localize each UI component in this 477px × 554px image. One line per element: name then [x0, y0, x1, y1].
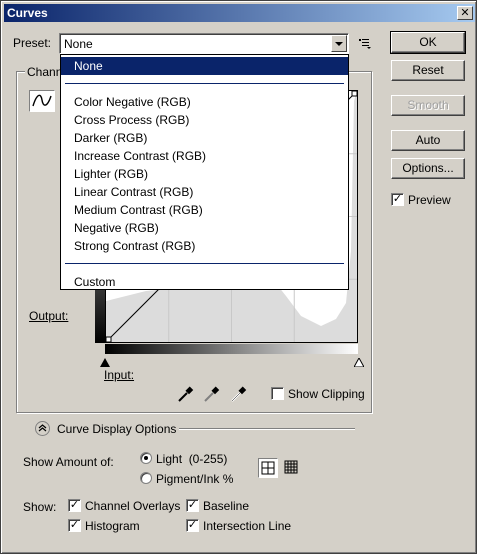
preset-option-none[interactable]: None	[61, 57, 348, 75]
curves-dialog: Curves ✕ Preset: None OK Reset Smooth Au…	[0, 0, 477, 554]
separator	[65, 83, 344, 84]
preset-dropdown-list: None Color Negative (RGB) Cross Process …	[60, 54, 349, 290]
preview-label: Preview	[408, 193, 451, 207]
input-label: Input:	[104, 368, 135, 382]
detailed-grid-icon[interactable]	[282, 458, 302, 478]
black-point-slider-icon[interactable]	[100, 356, 110, 367]
smooth-button[interactable]: Smooth	[391, 95, 465, 116]
curve-icon	[32, 94, 52, 107]
white-eyedropper-icon[interactable]	[230, 385, 248, 403]
preset-option-increase-contrast[interactable]: Increase Contrast (RGB)	[61, 147, 348, 165]
light-radio[interactable]	[140, 452, 152, 464]
preset-option-cross-process[interactable]: Cross Process (RGB)	[61, 111, 348, 129]
dropdown-arrow-icon[interactable]	[331, 35, 347, 52]
preset-select[interactable]: None	[59, 33, 349, 54]
channel-overlays-checkbox[interactable]: ✓	[68, 499, 81, 512]
black-eyedropper-icon[interactable]	[177, 385, 195, 403]
window-title: Curves	[7, 6, 48, 20]
preset-option-medium-contrast[interactable]: Medium Contrast (RGB)	[61, 201, 348, 219]
baseline-label: Baseline	[203, 499, 250, 513]
preset-options-icon[interactable]	[358, 36, 372, 50]
reset-button[interactable]: Reset	[391, 60, 465, 81]
baseline-checkbox[interactable]: ✓	[186, 499, 199, 512]
histogram-checkbox[interactable]: ✓	[68, 519, 81, 532]
preset-option-lighter[interactable]: Lighter (RGB)	[61, 165, 348, 183]
preset-option-negative[interactable]: Negative (RGB)	[61, 219, 348, 237]
preset-option-linear-contrast[interactable]: Linear Contrast (RGB)	[61, 183, 348, 201]
auto-button[interactable]: Auto	[391, 130, 465, 151]
title-bar[interactable]: Curves ✕	[4, 4, 475, 22]
show-amount-label: Show Amount of:	[23, 455, 114, 469]
preset-option-custom[interactable]: Custom	[61, 273, 348, 291]
preset-value: None	[64, 37, 93, 51]
preset-label: Preset:	[13, 36, 52, 50]
options-button[interactable]: Options...	[391, 158, 465, 179]
simple-grid-icon[interactable]	[258, 458, 278, 478]
intersection-line-checkbox[interactable]: ✓	[186, 519, 199, 532]
divider	[179, 428, 355, 429]
preset-option-strong-contrast[interactable]: Strong Contrast (RGB)	[61, 237, 348, 255]
light-radio-label: Light (0-255)	[156, 452, 228, 466]
pigment-radio-label: Pigment/Ink %	[156, 472, 234, 486]
separator	[65, 263, 344, 264]
output-label: Output:	[29, 309, 69, 323]
histogram-label: Histogram	[85, 519, 140, 533]
input-gradient-bar	[105, 344, 358, 354]
show-label: Show:	[23, 500, 57, 514]
channel-overlays-label: Channel Overlays	[85, 499, 181, 513]
preset-option-color-negative[interactable]: Color Negative (RGB)	[61, 93, 348, 111]
preset-option-darker[interactable]: Darker (RGB)	[61, 129, 348, 147]
curve-tool-button[interactable]	[29, 90, 55, 112]
gray-eyedropper-icon[interactable]	[203, 385, 221, 403]
pigment-radio[interactable]	[140, 472, 152, 484]
collapse-chevron-icon[interactable]	[35, 421, 50, 436]
ok-button[interactable]: OK	[390, 31, 466, 54]
white-point-slider-icon[interactable]	[353, 356, 365, 368]
channel-label: Chann	[25, 65, 65, 79]
curve-display-options-label: Curve Display Options	[57, 422, 177, 436]
close-icon[interactable]: ✕	[457, 6, 473, 20]
preview-checkbox[interactable]: ✓	[391, 193, 404, 206]
show-clipping-label: Show Clipping	[288, 387, 365, 401]
intersection-line-label: Intersection Line	[203, 519, 292, 533]
show-clipping-checkbox[interactable]	[271, 387, 284, 400]
